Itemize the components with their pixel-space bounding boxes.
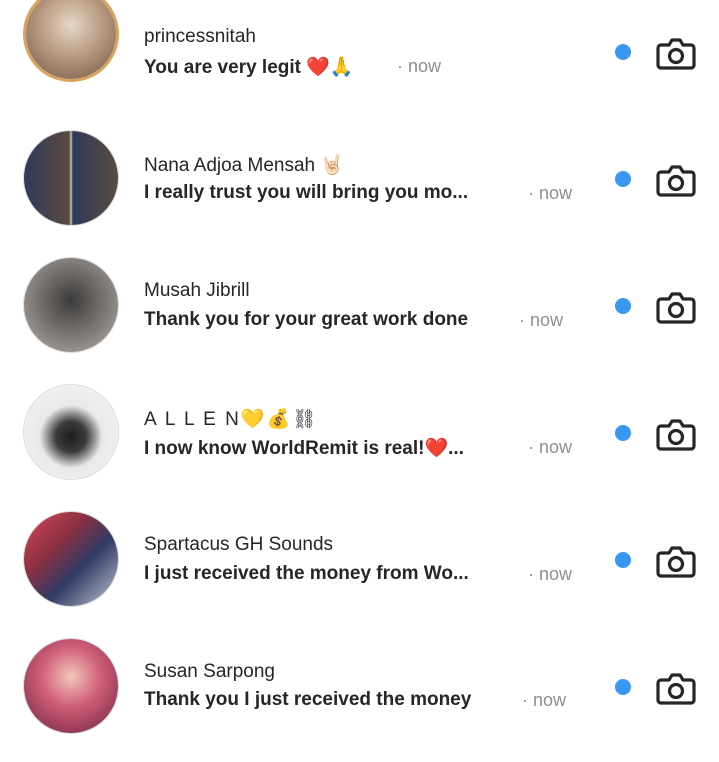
unread-indicator bbox=[615, 298, 631, 314]
thread-username: Susan Sarpong bbox=[144, 661, 275, 682]
avatar[interactable] bbox=[23, 511, 119, 607]
unread-indicator bbox=[615, 552, 631, 568]
thread-row[interactable]: Spartacus GH Sounds I just received the … bbox=[0, 508, 719, 635]
camera-icon[interactable] bbox=[655, 413, 697, 455]
unread-indicator bbox=[615, 679, 631, 695]
thread-username: A L L E N💛💰⛓ bbox=[144, 409, 319, 430]
camera-icon[interactable] bbox=[655, 540, 697, 582]
unread-indicator bbox=[615, 425, 631, 441]
thread-message-preview: Thank you for your great work done bbox=[144, 309, 469, 330]
unread-indicator bbox=[615, 44, 631, 60]
thread-message-preview: You are very legit ❤️🙏 bbox=[144, 57, 354, 78]
unread-indicator bbox=[615, 171, 631, 187]
avatar[interactable] bbox=[23, 384, 119, 480]
thread-timestamp: · now bbox=[397, 56, 442, 76]
thread-row[interactable]: A L L E N💛💰⛓ I now know WorldRemit is re… bbox=[0, 381, 719, 508]
thread-username: princessnitah bbox=[144, 26, 256, 47]
thread-username: Spartacus GH Sounds bbox=[144, 534, 334, 555]
thread-message-preview: Thank you I just received the money bbox=[144, 689, 472, 710]
thread-row[interactable]: Nana Adjoa Mensah 🤘🏻 I really trust you … bbox=[0, 127, 719, 254]
avatar[interactable] bbox=[23, 130, 119, 226]
thread-row[interactable]: Susan Sarpong Thank you I just received … bbox=[0, 635, 719, 762]
avatar[interactable] bbox=[23, 257, 119, 353]
camera-icon[interactable] bbox=[655, 286, 697, 328]
camera-icon[interactable] bbox=[655, 32, 697, 74]
thread-row[interactable]: Musah Jibrill Thank you for your great w… bbox=[0, 254, 719, 381]
thread-timestamp: · now bbox=[519, 310, 564, 330]
thread-timestamp: · now bbox=[528, 564, 573, 584]
thread-username: Musah Jibrill bbox=[144, 280, 250, 301]
camera-icon[interactable] bbox=[655, 159, 697, 201]
thread-timestamp: · now bbox=[528, 437, 573, 457]
direct-message-list: princessnitah You are very legit ❤️🙏 · n… bbox=[0, 0, 719, 734]
thread-timestamp: · now bbox=[522, 690, 567, 710]
camera-icon[interactable] bbox=[655, 667, 697, 709]
avatar[interactable] bbox=[23, 638, 119, 734]
thread-message-preview: I really trust you will bring you mo... bbox=[144, 182, 469, 203]
thread-timestamp: · now bbox=[528, 183, 573, 203]
thread-message-preview: I now know WorldRemit is real!❤️... bbox=[144, 438, 464, 459]
thread-username: Nana Adjoa Mensah 🤘🏻 bbox=[144, 155, 345, 176]
thread-row[interactable]: princessnitah You are very legit ❤️🙏 · n… bbox=[0, 0, 719, 127]
thread-message-preview: I just received the money from Wo... bbox=[144, 563, 469, 584]
avatar[interactable] bbox=[23, 0, 119, 82]
